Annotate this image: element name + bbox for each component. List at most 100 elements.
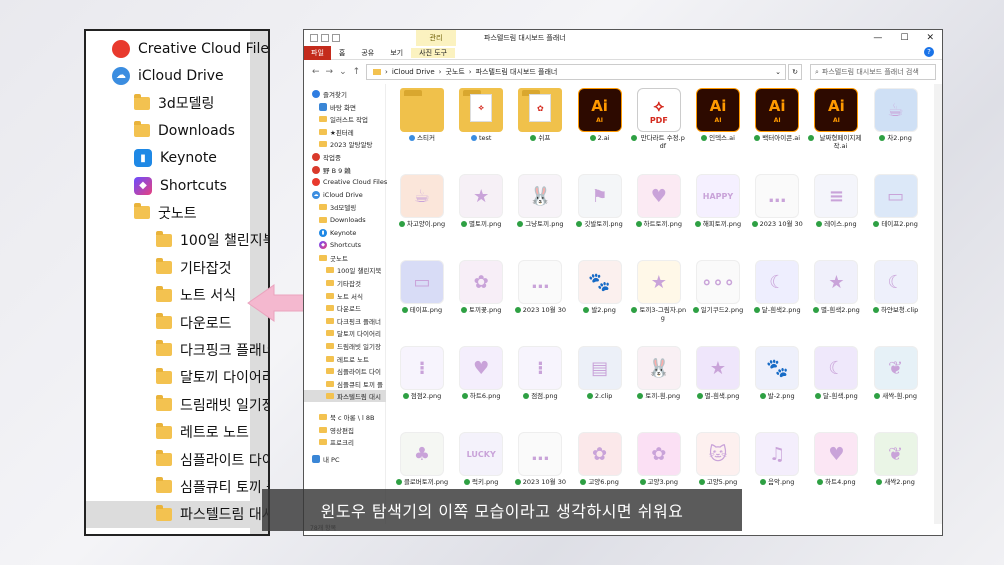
nav-item[interactable]: 북 c 아롱 \ l 8B	[304, 411, 374, 423]
file-item[interactable]: … 2023 10월 30	[512, 258, 568, 338]
zoom-nav-item[interactable]: ◆ Shortcuts	[86, 172, 227, 199]
nav-item[interactable]: Downloads	[304, 214, 366, 226]
file-item[interactable]: 🐰 그냥토끼.png	[512, 172, 568, 252]
file-item[interactable]: ★ 별-흰색2.png	[808, 258, 864, 338]
ribbon-tab[interactable]: 공유	[353, 48, 382, 58]
nav-item[interactable]: 기타잡것	[304, 277, 361, 289]
recent-chevron-icon[interactable]: ⌄	[339, 67, 347, 77]
nav-item[interactable]: 레트로 노트	[304, 353, 369, 365]
nav-item[interactable]: 영상편집	[304, 424, 354, 436]
file-item[interactable]: Ai AI 날짜형페이지제작.ai	[808, 86, 864, 166]
address-path[interactable]: › iCloud Drive › 굿노트 › 파스텔드림 대시보드 플래너 ⌄	[366, 64, 786, 80]
file-item[interactable]: 🐰 토끼-흰.png	[631, 344, 687, 424]
zoom-nav-item[interactable]: 기타잡것	[86, 254, 232, 281]
quick-access-toolbar[interactable]	[304, 34, 340, 42]
nav-item[interactable]: 일러스트 작업	[304, 113, 368, 125]
nav-item[interactable]: 다크핑크 플래너	[304, 315, 381, 327]
file-item[interactable]: ♥ 하트4.png	[808, 430, 864, 510]
nav-item[interactable]: ★핀터레	[304, 126, 354, 138]
path-segment[interactable]: 굿노트	[445, 67, 464, 77]
nav-item[interactable]: 3d모델링	[304, 201, 356, 213]
refresh-icon[interactable]: ↻	[788, 64, 802, 80]
zoom-nav-item[interactable]: 다크핑크 플래너	[86, 336, 268, 363]
zoom-nav-item[interactable]: 심플큐티 토끼 플	[86, 473, 268, 500]
file-item[interactable]: 🐾 발2.png	[572, 258, 628, 338]
back-arrow-icon[interactable]: ←	[312, 67, 320, 77]
ribbon-tab[interactable]: 보기	[382, 48, 411, 58]
file-item[interactable]: Ai AI 백터아이콘.ai	[749, 86, 805, 166]
nav-item[interactable]: 달토끼 다이어리	[304, 327, 381, 339]
file-item[interactable]: … 2023 10월 30	[749, 172, 805, 252]
file-item[interactable]: Ai AI 인덱스.ai	[690, 86, 746, 166]
file-item[interactable]: ♥ 하트6.png	[453, 344, 509, 424]
file-item[interactable]: ⚑ 깃발토끼.png	[572, 172, 628, 252]
zoom-nav-item[interactable]: 드림래빗 일기장	[86, 391, 268, 418]
file-item[interactable]: ♫ 음악.png	[749, 430, 805, 510]
file-item[interactable]: ⟡ PDF 만다라트 수정.pdf	[630, 86, 687, 166]
nav-item[interactable]: Creative Cloud Files	[304, 176, 387, 188]
file-item[interactable]: 스티커	[394, 86, 450, 166]
file-item[interactable]: ★ 별-흰색.png	[690, 344, 746, 424]
help-icon[interactable]: ?	[924, 47, 934, 57]
ribbon-tab[interactable]: 사진 도구	[411, 47, 456, 58]
forward-arrow-icon[interactable]: →	[326, 67, 334, 77]
file-item[interactable]: ☾ 달-흰색2.png	[749, 258, 805, 338]
path-segment[interactable]: iCloud Drive	[392, 68, 435, 76]
search-box[interactable]: ⌕ 파스텔드림 대시보드 플래너 검색	[810, 64, 936, 80]
file-item[interactable]: ✿ 토끼꽃.png	[453, 258, 509, 338]
file-item[interactable]: ▭ 테이프.png	[394, 258, 450, 338]
nav-item[interactable]: 심플라이트 다이	[304, 365, 381, 377]
nav-item[interactable]: 노트 서식	[304, 290, 363, 302]
file-item[interactable]: ❦ 새싹2.png	[868, 430, 924, 510]
path-segment[interactable]: 파스텔드림 대시보드 플래너	[476, 67, 558, 77]
zoom-nav-item[interactable]: 레트로 노트	[86, 419, 249, 446]
file-item[interactable]: ⁝ 점점.png	[512, 344, 568, 424]
file-item[interactable]: ⟡ test	[453, 86, 509, 166]
file-item[interactable]: ☕ 차2.png	[868, 86, 924, 166]
file-item[interactable]: ☕ 차고양이.png	[394, 172, 450, 252]
zoom-nav-item[interactable]: 3d모델링	[86, 90, 214, 117]
nav-item[interactable]: 파스텔드림 대시	[304, 390, 386, 403]
nav-item[interactable]: 野 B 9 賴	[304, 164, 351, 176]
zoom-nav-item[interactable]: Creative Cloud Files	[86, 35, 268, 62]
zoom-nav-item[interactable]: 노트 서식	[86, 282, 236, 309]
nav-item[interactable]: ◆ Shortcuts	[304, 239, 361, 251]
file-item[interactable]: ☾ 하얀보청.clip	[868, 258, 924, 338]
nav-item[interactable]: 다운로드	[304, 302, 361, 314]
nav-item[interactable]: 심플큐티 토끼 플	[304, 378, 383, 390]
nav-item[interactable]: 바탕 화면	[304, 101, 356, 113]
nav-item[interactable]: ▮ Keynote	[304, 227, 356, 239]
file-item[interactable]: ♥ 하트토끼.png	[631, 172, 687, 252]
ribbon-tab[interactable]: 파일	[304, 45, 331, 60]
nav-item[interactable]: 2023 알탕알탕	[304, 138, 373, 150]
file-item[interactable]: ⁝ 점점2.png	[394, 344, 450, 424]
zoom-nav-item[interactable]: 100일 챌린지북	[86, 227, 268, 254]
file-item[interactable]: ▤ 2.clip	[572, 344, 628, 424]
nav-item[interactable]: 100일 챌린지북	[304, 264, 381, 276]
file-item[interactable]: ★ 토끼3-그림자.png	[630, 258, 687, 338]
file-item[interactable]: ▭ 테이프2.png	[868, 172, 924, 252]
dropdown-chevron-icon[interactable]: ⌄	[775, 68, 781, 76]
file-item[interactable]: ★ 별토끼.png	[453, 172, 509, 252]
zoom-nav-item[interactable]: 달토끼 다이어리	[86, 364, 268, 391]
content-scrollbar[interactable]	[934, 84, 942, 524]
up-arrow-icon[interactable]: ↑	[353, 67, 361, 77]
nav-item[interactable]: 작업중	[304, 151, 341, 163]
nav-item[interactable]: 내 PC	[304, 453, 340, 465]
zoom-nav-item[interactable]: 굿노트	[86, 199, 197, 226]
maximize-icon[interactable]: ☐	[900, 30, 908, 46]
nav-item[interactable]: 프로크리	[304, 436, 354, 448]
nav-item[interactable]: 드림래빗 일기장	[304, 340, 381, 352]
nav-item[interactable]: 즐겨찾기	[304, 88, 347, 100]
nav-item[interactable]: 굿노트	[304, 252, 348, 264]
zoom-nav-item[interactable]: Downloads	[86, 117, 235, 144]
file-item[interactable]: HAPPY 해피토끼.png	[690, 172, 746, 252]
close-icon[interactable]: ✕	[926, 30, 934, 46]
file-item[interactable]: ❦ 새싹-흰.png	[868, 344, 924, 424]
file-item[interactable]: Ai AI 2.ai	[572, 86, 628, 166]
zoom-nav-item[interactable]: 파스텔드림 대시	[86, 500, 268, 528]
file-item[interactable]: ∘∘∘ 일기쿠드2.png	[690, 258, 746, 338]
minimize-icon[interactable]: —	[873, 30, 882, 46]
zoom-nav-item[interactable]: ☁ iCloud Drive	[86, 62, 224, 89]
zoom-nav-item[interactable]: 다운로드	[86, 309, 232, 336]
